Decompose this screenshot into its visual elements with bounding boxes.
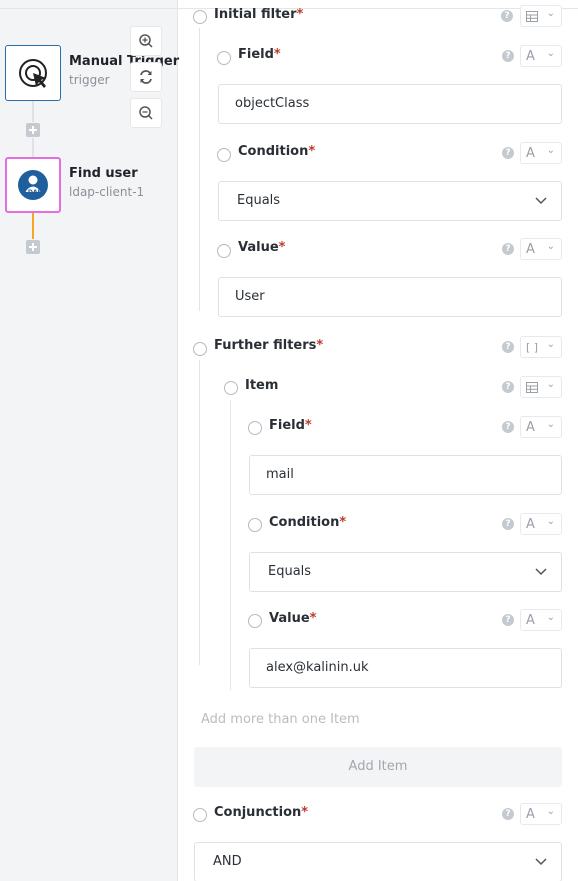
- chevron-down-icon: [535, 858, 547, 866]
- type-glyph: A: [526, 807, 535, 822]
- item-condition-radio[interactable]: [248, 518, 262, 532]
- field-label: Field*: [238, 47, 281, 62]
- type-glyph: A: [526, 146, 535, 161]
- help-icon[interactable]: ?: [501, 10, 513, 22]
- value-radio[interactable]: [217, 244, 231, 258]
- add-node-plus-icon[interactable]: [26, 123, 40, 137]
- type-selector[interactable]: A ⌄: [520, 45, 562, 67]
- nesting-line: [199, 360, 200, 665]
- help-icon[interactable]: ?: [502, 808, 514, 820]
- help-icon[interactable]: ?: [502, 421, 514, 433]
- condition-radio[interactable]: [217, 148, 231, 162]
- item-value-input[interactable]: alex@kalinin.uk: [249, 648, 562, 688]
- type-glyph: A: [526, 613, 535, 628]
- refresh-button[interactable]: [130, 62, 162, 92]
- chevron-down-icon: ⌄: [546, 145, 555, 156]
- connector-line-active: [32, 213, 34, 239]
- help-icon[interactable]: ?: [502, 147, 514, 159]
- type-selector[interactable]: A ⌄: [520, 238, 562, 260]
- trigger-node-title: Manual Trigger: [69, 54, 180, 69]
- chevron-down-icon: ⌄: [546, 806, 555, 817]
- connector-line: [32, 101, 34, 122]
- zoom-in-icon: [139, 34, 153, 48]
- add-more-hint: Add more than one Item: [201, 712, 360, 727]
- chevron-down-icon: ⌄: [546, 516, 555, 527]
- chevron-down-icon: ⌄: [546, 8, 555, 19]
- type-glyph: A: [526, 420, 535, 435]
- chevron-down-icon: ⌄: [546, 612, 555, 623]
- ldap-icon: [18, 170, 48, 200]
- further-filters-label: Further filters*: [214, 338, 324, 353]
- initial-filter-label: Initial filter*: [214, 7, 304, 22]
- help-icon[interactable]: ?: [502, 614, 514, 626]
- item-field-label: Field*: [269, 418, 312, 433]
- condition-label: Condition*: [238, 144, 316, 159]
- ldap-node-title: Find user: [69, 166, 138, 181]
- ldap-icon-label: LDAP: [24, 189, 42, 196]
- condition-select-value: Equals: [237, 193, 281, 208]
- connector-line: [32, 138, 34, 157]
- nesting-line: [199, 28, 200, 311]
- zoom-out-icon: [139, 106, 153, 120]
- conjunction-label: Conjunction*: [214, 805, 309, 820]
- cursor-click-icon: [19, 59, 47, 88]
- type-selector[interactable]: A ⌄: [520, 803, 562, 825]
- add-item-button[interactable]: Add Item: [194, 747, 562, 787]
- item-field-radio[interactable]: [248, 421, 262, 435]
- conjunction-select-value: AND: [213, 854, 242, 869]
- type-glyph: A: [526, 49, 535, 64]
- zoom-in-button[interactable]: [130, 26, 162, 56]
- value-label: Value*: [238, 240, 286, 255]
- value-input[interactable]: User: [218, 277, 562, 317]
- further-filters-radio[interactable]: [193, 342, 207, 356]
- help-icon[interactable]: ?: [502, 50, 514, 62]
- trigger-node[interactable]: [5, 45, 61, 101]
- help-icon[interactable]: ?: [502, 381, 514, 393]
- ldap-node-subtitle: ldap-client-1: [69, 185, 145, 199]
- type-selector[interactable]: A ⌄: [520, 416, 562, 438]
- ldap-node[interactable]: LDAP: [5, 157, 61, 213]
- field-input[interactable]: objectClass: [218, 84, 562, 124]
- item-condition-select[interactable]: Equals: [249, 552, 562, 592]
- chevron-down-icon: ⌄: [546, 379, 555, 390]
- trigger-node-subtitle: trigger: [69, 73, 110, 87]
- conjunction-radio[interactable]: [193, 808, 207, 822]
- initial-filter-radio[interactable]: [193, 10, 207, 24]
- type-selector[interactable]: A ⌄: [520, 513, 562, 535]
- array-icon: [ ]: [526, 341, 539, 354]
- item-value-label: Value*: [269, 611, 317, 626]
- refresh-icon: [140, 70, 152, 84]
- item-value-radio[interactable]: [248, 614, 262, 628]
- type-selector[interactable]: A ⌄: [520, 609, 562, 631]
- type-selector[interactable]: [ ] ⌄: [520, 336, 562, 358]
- add-node-plus-icon[interactable]: [26, 240, 40, 254]
- conjunction-select[interactable]: AND: [194, 842, 562, 881]
- field-radio[interactable]: [217, 51, 231, 65]
- table-icon: [526, 382, 538, 393]
- type-selector[interactable]: ⌄: [520, 376, 562, 398]
- chevron-down-icon: [535, 197, 547, 205]
- chevron-down-icon: ⌄: [546, 419, 555, 430]
- type-selector[interactable]: A ⌄: [520, 142, 562, 164]
- help-icon[interactable]: ?: [502, 341, 514, 353]
- chevron-down-icon: ⌄: [546, 339, 555, 350]
- item-field-input[interactable]: mail: [249, 455, 562, 495]
- help-icon[interactable]: ?: [502, 243, 514, 255]
- type-glyph: A: [526, 242, 535, 257]
- item-condition-label: Condition*: [269, 515, 347, 530]
- condition-select[interactable]: Equals: [218, 181, 562, 221]
- zoom-out-button[interactable]: [130, 98, 162, 128]
- chevron-down-icon: ⌄: [546, 241, 555, 252]
- chevron-down-icon: ⌄: [546, 48, 555, 59]
- type-selector[interactable]: ⌄: [520, 5, 562, 27]
- item-label: Item: [245, 378, 279, 393]
- item-radio[interactable]: [224, 381, 238, 395]
- type-glyph: A: [526, 517, 535, 532]
- chevron-down-icon: [535, 568, 547, 576]
- nesting-line: [230, 400, 231, 690]
- item-condition-select-value: Equals: [268, 564, 312, 579]
- table-icon: [526, 11, 538, 22]
- help-icon[interactable]: ?: [502, 518, 514, 530]
